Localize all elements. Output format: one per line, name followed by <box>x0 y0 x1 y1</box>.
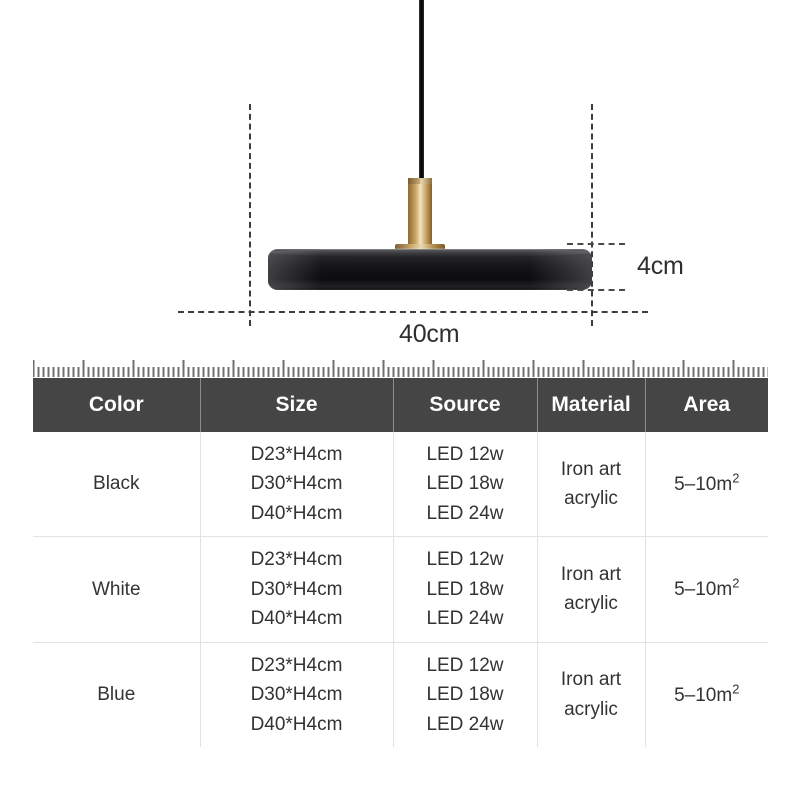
table-row: White D23*H4cm D30*H4cm D40*H4cm LED 12w LED … <box>33 536 768 643</box>
size-values: D23*H4cm D30*H4cm D40*H4cm <box>205 440 389 528</box>
material-values: Iron art acrylic <box>542 455 641 514</box>
cell-material-2: Iron art acrylic <box>536 642 646 747</box>
column-header-material: Material <box>537 378 646 432</box>
ruler-ticks <box>33 360 768 377</box>
size-values: D23*H4cm D30*H4cm D40*H4cm <box>205 545 389 633</box>
cell-area-1: 5–10m2 <box>644 536 768 643</box>
area-value: 5–10m2 <box>674 470 740 496</box>
column-header-size: Size <box>200 378 394 432</box>
size-values-line: D23*H4cm <box>250 654 343 676</box>
cell-color-0: Black <box>33 432 201 538</box>
source-values-line: LED 12w <box>426 654 504 676</box>
table-row: Black D23*H4cm D30*H4cm D40*H4cm LED 12w LED … <box>33 432 768 538</box>
dimension-guide-left <box>249 104 251 326</box>
size-values-line: D40*H4cm <box>250 713 343 735</box>
area-unit-exponent: 2 <box>732 681 740 697</box>
column-header-color: Color <box>33 378 201 432</box>
material-values: Iron art acrylic <box>542 665 641 724</box>
source-values-line: LED 24w <box>426 502 504 524</box>
table-header-row: Color Size Source Material Area <box>33 378 768 432</box>
source-values-line: LED 12w <box>426 549 504 571</box>
cell-source-1: LED 12w LED 18w LED 24w <box>392 536 538 643</box>
area-value: 5–10m2 <box>674 576 740 601</box>
material-values-line: acrylic <box>564 698 618 720</box>
cell-size-0: D23*H4cm D30*H4cm D40*H4cm <box>199 432 394 538</box>
lamp-stem-collar <box>408 178 432 184</box>
source-values-line: LED 24w <box>426 713 504 735</box>
material-values-line: Iron art <box>560 458 622 480</box>
source-values: LED 12w LED 18w LED 24w <box>398 651 533 739</box>
lamp-shade <box>268 248 592 290</box>
color-value: White <box>91 578 141 600</box>
material-values-line: Iron art <box>560 564 622 586</box>
table-row: Blue D23*H4cm D30*H4cm D40*H4cm LED 12w LED 1… <box>33 642 768 747</box>
lamp-cord <box>419 0 424 180</box>
dimension-label-width: 40cm <box>399 320 460 348</box>
size-values-line: D40*H4cm <box>250 502 343 524</box>
cell-color-1: White <box>33 536 201 643</box>
dimension-guide-right <box>591 104 593 326</box>
cell-size-2: D23*H4cm D30*H4cm D40*H4cm <box>199 642 394 747</box>
source-values-line: LED 18w <box>426 578 504 600</box>
color-value: Blue <box>97 684 136 706</box>
source-values-line: LED 18w <box>426 684 504 706</box>
source-values-line: LED 24w <box>426 608 504 630</box>
size-values-line: D23*H4cm <box>250 444 343 465</box>
column-header-source: Source <box>393 378 538 432</box>
cell-color-2: Blue <box>33 642 201 747</box>
source-values: LED 12w LED 18w LED 24w <box>398 440 533 528</box>
size-values-line: D30*H4cm <box>250 684 343 706</box>
area-unit-exponent: 2 <box>732 470 740 486</box>
specification-table: Color Size Source Material Area Black D23… <box>33 378 768 747</box>
table-header: Color Size Source Material Area <box>33 378 768 432</box>
size-values-line: D23*H4cm <box>250 549 343 571</box>
material-values-line: Iron art <box>560 669 622 691</box>
area-unit-exponent: 2 <box>732 576 740 592</box>
dimension-label-height: 4cm <box>637 252 684 280</box>
size-values: D23*H4cm D30*H4cm D40*H4cm <box>205 651 389 739</box>
dimension-guide-bottom <box>178 311 648 313</box>
dimension-tick-height-bottom <box>567 289 625 291</box>
size-values-line: D40*H4cm <box>250 608 343 630</box>
size-values-line: D30*H4cm <box>250 578 343 600</box>
cell-area-2: 5–10m2 <box>644 642 768 747</box>
material-values-line: acrylic <box>564 593 618 615</box>
source-values: LED 12w LED 18w LED 24w <box>398 545 533 633</box>
cell-size-1: D23*H4cm D30*H4cm D40*H4cm <box>199 536 394 643</box>
material-values: Iron art acrylic <box>542 560 641 619</box>
source-values-line: LED 12w <box>426 444 504 465</box>
lamp-shade-body <box>268 249 592 290</box>
cell-material-0: Iron art acrylic <box>536 432 646 538</box>
cell-material-1: Iron art acrylic <box>536 536 646 643</box>
dimension-tick-height-top <box>567 243 625 245</box>
cell-area-0: 5–10m2 <box>644 432 768 538</box>
table-body: Black D23*H4cm D30*H4cm D40*H4cm LED 12w LED … <box>33 432 768 747</box>
material-values-line: acrylic <box>564 488 618 510</box>
color-value: Black <box>93 473 140 495</box>
cell-source-2: LED 12w LED 18w LED 24w <box>392 642 538 747</box>
ruler-graphic <box>33 354 768 378</box>
lamp-brass-stem <box>408 178 432 252</box>
size-values-line: D30*H4cm <box>250 473 343 495</box>
source-values-line: LED 18w <box>426 473 504 495</box>
cell-source-0: LED 12w LED 18w LED 24w <box>392 432 538 538</box>
product-dimension-diagram: 40cm 4cm <box>0 0 800 352</box>
area-value: 5–10m2 <box>674 681 740 706</box>
column-header-area: Area <box>645 378 768 432</box>
